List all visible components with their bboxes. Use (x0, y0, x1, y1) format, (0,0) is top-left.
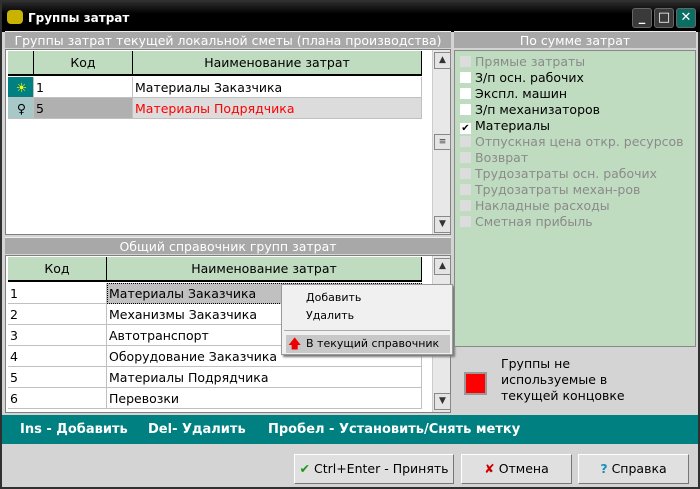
checkbox-label: Прямые затраты (475, 54, 586, 69)
checkbox-label: Трудозатраты механ-ров (475, 182, 641, 197)
checkbox-item: Трудозатраты механ-ров (460, 182, 640, 198)
checkbox (460, 56, 471, 67)
checkbox-label: Трудозатраты осн. рабочих (475, 166, 658, 181)
menu-item-delete[interactable]: Удалить (282, 306, 452, 326)
name-column-header[interactable]: Наименование затрат (107, 257, 422, 282)
checkbox (460, 152, 471, 163)
checkbox (460, 200, 471, 211)
scroll-up-icon[interactable]: ▲ (434, 52, 451, 69)
question-icon: ? (600, 461, 608, 476)
checkbox[interactable] (460, 88, 471, 99)
maximize-button[interactable]: □ (654, 8, 674, 28)
accept-button[interactable]: ✔ Ctrl+Enter - Принять (294, 454, 454, 484)
menu-item-to-current[interactable]: 🡅 В текущий справочник (286, 335, 450, 353)
row-code: 5 (34, 98, 133, 119)
checkbox[interactable] (460, 104, 471, 115)
close-button[interactable]: ✕ (676, 8, 696, 28)
dialog-window: Группы затрат _ □ ✕ Группы затрат текуще… (0, 0, 700, 489)
scroll-up-icon[interactable]: ▲ (434, 258, 451, 275)
checkbox-label: Сметная прибыль (475, 214, 593, 229)
scroll-thumb[interactable]: ≡ (434, 134, 451, 150)
general-groups-header: Общий справочник групп затрат (5, 237, 451, 254)
checkbox-item: Накладные расходы (460, 198, 610, 214)
checkbox (460, 136, 471, 147)
checkbox-label: Отпускная цена откр. ресурсов (475, 134, 684, 149)
checkbox-item: Сметная прибыль (460, 214, 593, 230)
row-name: Перевозки (107, 388, 422, 409)
scrollbar[interactable]: ▲ ≡ ▼ (432, 50, 451, 234)
row-name: Материалы Подрядчика (133, 98, 422, 119)
checkmark-icon: ✔ (299, 461, 310, 476)
by-sum-list: Прямые затраты З/п осн. рабочих Экспл. м… (454, 50, 696, 347)
row-name: Материалы Подрядчика (107, 367, 422, 388)
menu-item-label: В текущий справочник (306, 337, 440, 350)
cancel-button[interactable]: ✘ Отмена (461, 454, 572, 484)
context-menu: Добавить Удалить 🡅 В текущий справочник (281, 284, 453, 355)
checkbox-item: Отпускная цена откр. ресурсов (460, 134, 684, 150)
checkbox[interactable]: ✔ (460, 123, 471, 134)
icon-column-header (8, 51, 34, 76)
scroll-down-icon[interactable]: ▼ (434, 216, 451, 233)
row-name: Материалы Заказчика (133, 77, 422, 98)
help-label: Справка (611, 461, 667, 476)
app-icon (7, 10, 23, 24)
checkbox-label: З/п механизаторов (475, 102, 601, 117)
accept-label: Ctrl+Enter - Принять (313, 461, 449, 476)
checkbox-label: Материалы (475, 118, 550, 133)
checkbox-label: Возврат (475, 150, 529, 165)
hotkey-insert: Ins - Добавить (20, 422, 128, 437)
window-title: Группы затрат (28, 11, 130, 25)
by-sum-header: По сумме затрат (454, 31, 696, 48)
row-code: 1 (8, 283, 107, 304)
menu-item-add[interactable]: Добавить (282, 288, 452, 308)
current-groups-table: Код Наименование затрат ☀ 1 Материалы За… (5, 49, 451, 235)
cancel-label: Отмена (498, 461, 549, 476)
code-column-header[interactable]: Код (8, 257, 107, 282)
checkbox-label: Экспл. машин (475, 86, 568, 101)
hotkey-delete: Del- Удалить (148, 422, 246, 437)
legend-text: Группы не используемые в текущей концовк… (501, 356, 625, 403)
checkbox-item[interactable]: З/п механизаторов (460, 102, 600, 118)
checkbox (460, 184, 471, 195)
checkbox-item[interactable]: ✔ Материалы (460, 118, 550, 134)
checkbox (460, 168, 471, 179)
title-bar: Группы затрат _ □ ✕ (2, 2, 700, 32)
row-code: 1 (34, 77, 133, 98)
name-column-header[interactable]: Наименование затрат (133, 51, 422, 76)
hotkey-space: Пробел - Установить/Снять метку (268, 422, 521, 437)
checkbox-item: Возврат (460, 150, 528, 166)
minimize-button[interactable]: _ (632, 8, 652, 28)
checkbox-label: З/п осн. рабочих (475, 70, 584, 85)
checkbox[interactable] (460, 72, 471, 83)
checkbox-label: Накладные расходы (475, 198, 610, 213)
checkbox-item: Трудозатраты осн. рабочих (460, 166, 657, 182)
current-groups-header: Группы затрат текущей локальной сметы (п… (5, 31, 451, 48)
row-code: 5 (8, 367, 107, 388)
row-code: 4 (8, 346, 107, 367)
menu-separator (284, 330, 450, 331)
code-column-header[interactable]: Код (34, 51, 133, 76)
checkbox (460, 216, 471, 227)
hotkey-bar: Ins - Добавить Del- Удалить Пробел - Уст… (2, 415, 698, 444)
row-code: 2 (8, 304, 107, 325)
legend-color-swatch (464, 372, 487, 395)
checkbox-item[interactable]: Экспл. машин (460, 86, 567, 102)
red-up-arrow-icon: 🡅 (288, 337, 302, 352)
checkbox-item[interactable]: З/п осн. рабочих (460, 70, 584, 86)
scroll-down-icon[interactable]: ▼ (434, 393, 451, 410)
help-button[interactable]: ? Справка (578, 454, 689, 484)
cross-icon: ✘ (484, 461, 495, 476)
checkbox-item: Прямые затраты (460, 54, 585, 70)
lightbulb-off-icon[interactable]: ♀ (8, 98, 34, 119)
lightbulb-on-icon[interactable]: ☀ (8, 77, 34, 98)
row-code: 6 (8, 388, 107, 409)
row-code: 3 (8, 325, 107, 346)
